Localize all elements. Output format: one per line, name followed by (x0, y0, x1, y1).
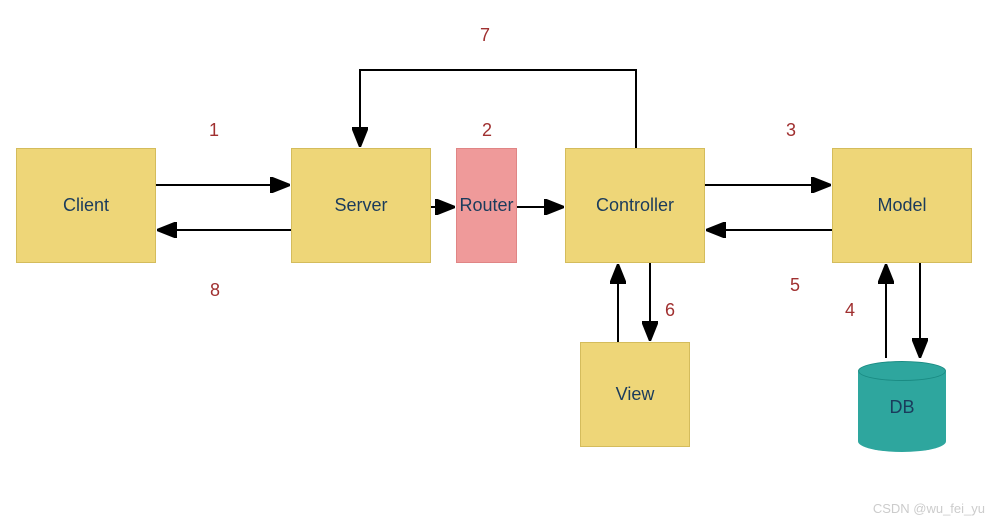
model-label: Model (877, 195, 926, 216)
client-box: Client (16, 148, 156, 263)
label-2: 2 (482, 120, 492, 141)
arrow-controller-server-top (360, 70, 636, 148)
controller-box: Controller (565, 148, 705, 263)
watermark: CSDN @wu_fei_yu (873, 501, 985, 516)
db-cylinder: DB (858, 362, 946, 452)
label-5: 5 (790, 275, 800, 296)
label-7: 7 (480, 25, 490, 46)
label-8: 8 (210, 280, 220, 301)
label-6: 6 (665, 300, 675, 321)
client-label: Client (63, 195, 109, 216)
db-label: DB (889, 397, 914, 418)
label-3: 3 (786, 120, 796, 141)
router-label: Router (459, 195, 513, 216)
label-4: 4 (845, 300, 855, 321)
model-box: Model (832, 148, 972, 263)
router-box: Router (456, 148, 517, 263)
view-box: View (580, 342, 690, 447)
view-label: View (616, 384, 655, 405)
server-box: Server (291, 148, 431, 263)
controller-label: Controller (596, 195, 674, 216)
label-1: 1 (209, 120, 219, 141)
server-label: Server (334, 195, 387, 216)
